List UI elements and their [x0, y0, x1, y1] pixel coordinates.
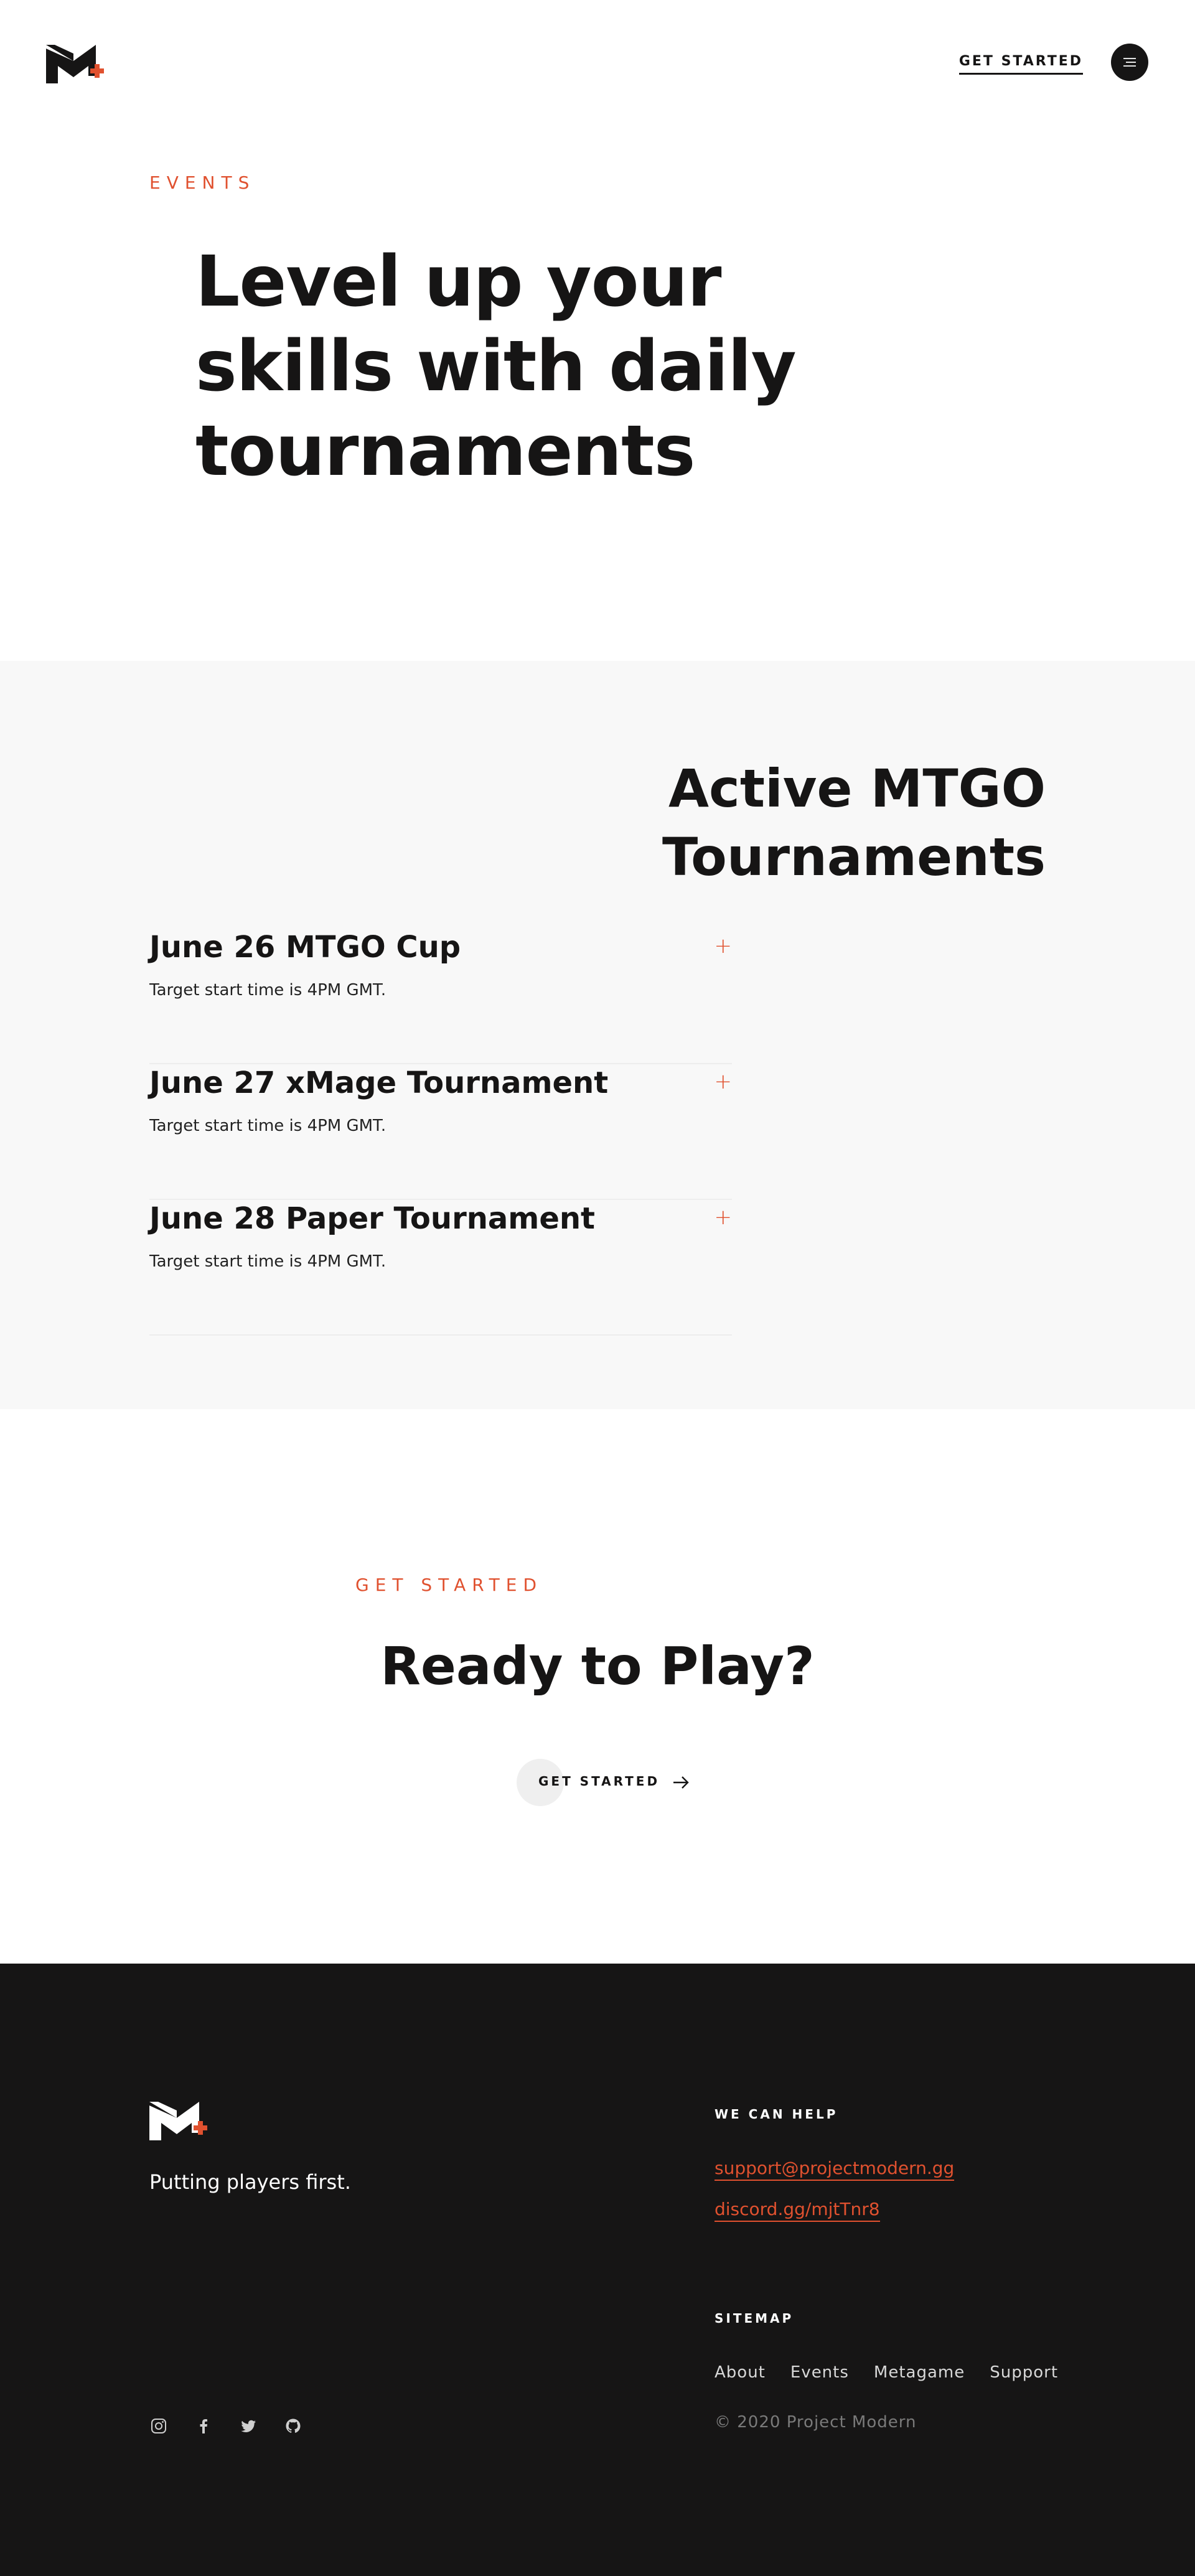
expand-plus-icon[interactable]: + — [715, 1205, 733, 1230]
cta-eyebrow: GET STARTED — [355, 1575, 543, 1595]
github-icon[interactable] — [284, 2417, 302, 2435]
help-heading: WE CAN HELP — [715, 2107, 838, 2122]
hero-eyebrow: EVENTS — [149, 172, 256, 193]
twitter-icon[interactable] — [239, 2417, 258, 2435]
event-item[interactable]: June 28 Paper Tournament Target start ti… — [149, 1200, 732, 1336]
events-section-title: Active MTGO Tournaments — [662, 758, 1046, 888]
sitemap-link-metagame[interactable]: Metagame — [874, 2363, 965, 2382]
hero-title: Level up your skills with daily tourname… — [195, 241, 797, 492]
event-item[interactable]: June 26 MTGO Cup Target start time is 4P… — [149, 929, 732, 1064]
footer: Putting players first. WE CAN HELP suppo… — [0, 1964, 1195, 2576]
sitemap-link-events[interactable]: Events — [790, 2363, 849, 2382]
page: GET STARTED EVENTS Level up your skills … — [0, 0, 1195, 2576]
event-description: Target start time is 4PM GMT. — [149, 1252, 387, 1271]
sitemap-link-about[interactable]: About — [715, 2363, 766, 2382]
cta-title: Ready to Play? — [380, 1636, 815, 1697]
copyright: © 2020 Project Modern — [715, 2413, 917, 2432]
menu-button[interactable] — [1111, 44, 1148, 81]
expand-plus-icon[interactable]: + — [715, 1069, 733, 1094]
event-title: June 28 Paper Tournament — [149, 1201, 595, 1236]
footer-tagline: Putting players first. — [149, 2170, 351, 2194]
event-description: Target start time is 4PM GMT. — [149, 981, 387, 1000]
sitemap-heading: SITEMAP — [715, 2311, 794, 2326]
arrow-right-icon — [673, 1776, 689, 1789]
header-get-started-link[interactable]: GET STARTED — [958, 54, 1083, 75]
event-item[interactable]: June 27 xMage Tournament Target start ti… — [149, 1064, 732, 1200]
event-description: Target start time is 4PM GMT. — [149, 1117, 387, 1135]
support-email-link[interactable]: support@projectmodern.gg — [715, 2158, 955, 2181]
get-started-button[interactable]: GET STARTED — [517, 1759, 697, 1806]
event-title: June 26 MTGO Cup — [149, 930, 461, 965]
event-list: June 26 MTGO Cup Target start time is 4P… — [149, 929, 732, 1336]
sitemap-link-support[interactable]: Support — [990, 2363, 1058, 2382]
expand-plus-icon[interactable]: + — [715, 934, 733, 958]
hamburger-menu-icon — [1123, 58, 1136, 67]
social-links — [149, 2417, 302, 2435]
m-plus-logo-icon[interactable] — [149, 2102, 208, 2140]
m-plus-logo-icon[interactable] — [46, 45, 105, 83]
discord-link[interactable]: discord.gg/mjtTnr8 — [715, 2199, 880, 2222]
event-title: June 27 xMage Tournament — [149, 1066, 609, 1100]
events-section: Active MTGO Tournaments June 26 MTGO Cup… — [0, 661, 1195, 1409]
facebook-icon[interactable] — [194, 2417, 213, 2435]
instagram-icon[interactable] — [149, 2417, 168, 2435]
cta-button-label: GET STARTED — [538, 1774, 660, 1789]
sitemap-nav: About Events Metagame Support — [715, 2363, 1058, 2382]
